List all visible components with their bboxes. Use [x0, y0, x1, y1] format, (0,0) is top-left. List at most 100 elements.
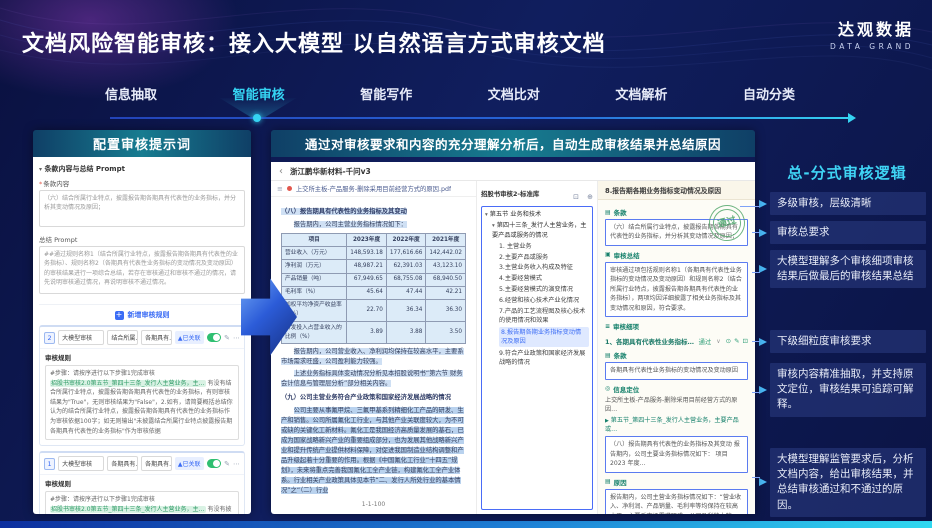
callout-llm-reasoning: 大模型理解监管要求后，分析文档内容，给出审核结果，并总结审核通过和不通过的原因。: [770, 448, 926, 517]
review-result-banner: 通过对审核要求和内容的充分理解分析后，自动生成审核结果并总结原因: [271, 130, 755, 157]
add-review-rule-button[interactable]: + 新增审核规则: [39, 304, 245, 320]
timeline-line: [110, 117, 850, 119]
rule-type-input[interactable]: 大模型审核: [58, 456, 104, 471]
connector-line: [752, 232, 760, 233]
rule-card-1-header: 1 大模型审核 各期具有… 各期具有… ▲已关联 ✎ ⋯: [40, 453, 244, 475]
connector-line: [752, 272, 760, 273]
reason-box: 报告期内，公司主营业务指标情况如下：“营业收入、净利润、产品销量、毛利率等均保持…: [605, 489, 748, 514]
tree-node-article[interactable]: ▾ 第四十三条_发行人主营业务，主要产品或服务的情况: [485, 221, 589, 240]
status-badge: 通过: [699, 337, 712, 346]
prompt-section-header[interactable]: ▾ 条款内容与总结 Prompt: [39, 164, 245, 174]
report-icon[interactable]: ⊡: [743, 337, 748, 345]
rule-highlight-tag: 招股书审核2.0第五节_第四十三条_发行人主营业务，主…: [50, 380, 206, 387]
tree-item-3[interactable]: 3.主营业务收入构成及特征: [499, 263, 589, 272]
prompt-config-panel-title: 配置审核提示词: [33, 130, 251, 157]
locate-doc-name[interactable]: 上交所主板-产品服务-删除采用目前经营方式的原因…: [605, 396, 748, 414]
linked-badge: ▲已关联: [175, 331, 204, 344]
doc-heading-1: （八）报告期具有代表性的业务指标及其变动: [281, 208, 407, 215]
back-chevron-icon[interactable]: ‹: [279, 166, 283, 177]
tab-intelligent-writing[interactable]: 智能写作: [360, 84, 412, 103]
edit-pencil-icon[interactable]: ✎: [224, 334, 230, 342]
rule-ref1-input[interactable]: 结合所属…: [107, 330, 138, 345]
review-detail-body[interactable]: ▤条款 （六）结合所属行业特点，披露报告期各期具有代表性的业务指标，并分析其变动…: [598, 200, 755, 514]
document-tab[interactable]: ≡ 上交所主板-产品服务-删除采用目前经营方式的原因.pdf: [271, 181, 476, 197]
doc-para-4: 公司主要从事氟甲烷、三氟甲基系列精细化工产品的研发、生产和销售。公司所属氟化工行…: [281, 407, 464, 495]
table-row: 加权平均净资产收益率（%）22.7036.3436.30: [282, 299, 466, 321]
more-options-icon[interactable]: ⋯: [233, 460, 240, 468]
rule-type-input[interactable]: 大模型审核: [58, 330, 104, 345]
locate-node-icon[interactable]: ⊕: [587, 193, 593, 201]
tree-item-2[interactable]: 2.主要产品或服务: [499, 253, 589, 262]
expand-all-icon[interactable]: ⊡: [573, 193, 579, 201]
tab-document-parsing[interactable]: 文档解析: [615, 84, 667, 103]
tree-item-1[interactable]: 1. 主营业务: [499, 242, 589, 251]
active-tab-dot: [253, 114, 261, 122]
review-summary-box: 审核通过项包括规则名称1（各期具有代表性业务指标的变动情况及变动原因）和规则名称…: [605, 262, 748, 317]
table-row: 产品销量（吨）67,949.6568,755.0868,940.50: [282, 273, 466, 286]
locate-excerpt-box[interactable]: （八）报告期具有代表性的业务指标及其变动 报告期内，公司主要业务指标情况如下： …: [605, 436, 748, 472]
rule-card-2-body: 审核规则 #步骤：请按序进行以下步骤1完成审核 招股书审核2.0第五节_第四十三…: [40, 349, 244, 445]
locate-path-link[interactable]: ▶ 第五节_第四十三条_发行人主营业务，主要产品或…: [605, 416, 748, 435]
timeline-arrow-icon: [848, 113, 856, 123]
details-icon: ≡: [605, 323, 610, 330]
callout-multilevel: 多级审核，层级清晰: [770, 192, 926, 215]
tree-item-9[interactable]: 9.符合产业政策和国家经济发展战略的情况: [499, 349, 589, 368]
table-row: 毛利率（%）45.6447.4442.21: [282, 286, 466, 299]
page-number: 1-1-100: [281, 500, 466, 510]
document-page[interactable]: （八）报告期具有代表性的业务指标及其变动 报告期内，公司主营业务指标情况如下： …: [271, 197, 476, 514]
more-options-icon[interactable]: ⋯: [233, 334, 240, 342]
logo-cn-text: 达观数据: [830, 16, 914, 40]
clause-content-textarea[interactable]: （六）结合所属行业特点，披露报告期各期具有代表性的业务指标，并分析其变动情况及原…: [39, 190, 245, 227]
tree-item-5[interactable]: 5.主要经营模式的演变情况: [499, 285, 589, 294]
review-subitem-1[interactable]: 1、各期具有代表性业务指标… 通过 ∨ ⊙ ✎ ⊡: [605, 336, 748, 346]
standard-library-tree: 招股书审核2-标准库 ⊡ ⊕ ▾ 第五节 业务和技术 ▾ 第四十三条_发行人主营…: [477, 181, 598, 514]
rule-ref2-input[interactable]: 各期具有…: [141, 330, 172, 345]
doc-para-3: 上述业务指标具体变动情况分析见本招股说明书“第六节 财务会计信息与管理层分析”部…: [281, 370, 463, 387]
bottom-accent-bar: [0, 521, 932, 528]
tab-document-compare[interactable]: 文档比对: [488, 84, 540, 103]
tree-node-section[interactable]: ▾ 第五节 业务和技术: [485, 210, 589, 219]
rule-card-2-header: 2 大模型审核 结合所属… 各期具有… ▲已关联 ✎ ⋯: [40, 327, 244, 349]
business-metrics-table: 项目 2023年度 2022年度 2021年度 营业收入（万元）148,593.…: [281, 233, 466, 344]
rule-number-badge: 2: [44, 332, 55, 344]
clause-content-label: *条款内容: [39, 178, 245, 188]
rule-text: #步骤：请按序进行以下步骤1完成审核 招股书审核2.0第五节_第四十三条_发行人…: [45, 491, 239, 514]
table-header: 2021年度: [426, 234, 466, 247]
tree-item-8-active[interactable]: 8.报告期各期业务指标变动情况及原因: [499, 327, 589, 348]
plus-icon: +: [115, 311, 124, 320]
table-header: 2023年度: [347, 234, 387, 247]
tree-item-6[interactable]: 6.经营和核心技术产业化情况: [499, 296, 589, 305]
connector-line: [752, 392, 760, 393]
subitem-clause-box: 各期具有代表性业务指标的变动情况及变动原因: [605, 362, 748, 379]
menu-icon[interactable]: ≡: [277, 185, 283, 193]
summary-prompt-textarea[interactable]: ##通过规则名称1（结合所属行业特点，披露报告期各期具有代表性的业务指标）、规则…: [39, 246, 245, 294]
feature-tabs: 信息抽取 智能审核 智能写作 文档比对 文档解析 自动分类: [105, 84, 795, 103]
rule-card-2: 2 大模型审核 结合所属… 各期具有… ▲已关联 ✎ ⋯ 审核规则 #步骤：请按…: [39, 325, 245, 446]
callout-fine-grained: 下级细粒度审核要求: [770, 330, 926, 353]
callout-overall-requirement: 审核总要求: [770, 221, 926, 244]
review-item-title-bar: 8.报告期各期业务指标变动情况及原因: [598, 181, 755, 200]
rule-ref2-input[interactable]: 各期具有…: [141, 456, 172, 471]
tab-auto-classification[interactable]: 自动分类: [743, 84, 795, 103]
tree-item-7[interactable]: 7.产品的工艺流程图及核心技术的使用情况和效果: [499, 307, 589, 326]
callout-summary-generation: 大模型理解多个审核细项审核结果后做最后的审核结果总结: [770, 250, 926, 288]
edit-icon[interactable]: ✎: [734, 337, 739, 345]
rule-text: #步骤：请按序进行以下步骤1完成审核 招股书审核2.0第五节_第四十三条_发行人…: [45, 365, 239, 440]
clause-icon: ▤: [605, 352, 611, 359]
edit-pencil-icon[interactable]: ✎: [224, 460, 230, 468]
required-asterisk: *: [39, 180, 42, 188]
tree-item-4[interactable]: 4.主要经营模式: [499, 274, 589, 283]
rule-card-1: 1 大模型审核 各期具有… 各期具有… ▲已关联 ✎ ⋯ 审核规则 #步骤：请按…: [39, 451, 245, 514]
chevron-down-icon[interactable]: ∨: [716, 338, 720, 345]
tab-information-extraction[interactable]: 信息抽取: [105, 84, 157, 103]
collapse-icon: ▾: [485, 212, 488, 218]
table-row: 营业收入（万元）148,593.18177,616.66142,442.02: [282, 247, 466, 260]
reason-icon: ▤: [605, 478, 611, 485]
connector-line: [740, 206, 760, 207]
tree-outline: ▾ 第五节 业务和技术 ▾ 第四十三条_发行人主营业务，主要产品或服务的情况 1…: [481, 206, 593, 510]
document-viewer: ≡ 上交所主板-产品服务-删除采用目前经营方式的原因.pdf （八）报告期具有代…: [271, 181, 477, 514]
rule-enable-toggle[interactable]: [207, 459, 222, 468]
rule-enable-toggle[interactable]: [207, 333, 222, 342]
comment-icon[interactable]: ⊙: [726, 337, 731, 345]
rule-ref1-input[interactable]: 各期具有…: [107, 456, 138, 471]
